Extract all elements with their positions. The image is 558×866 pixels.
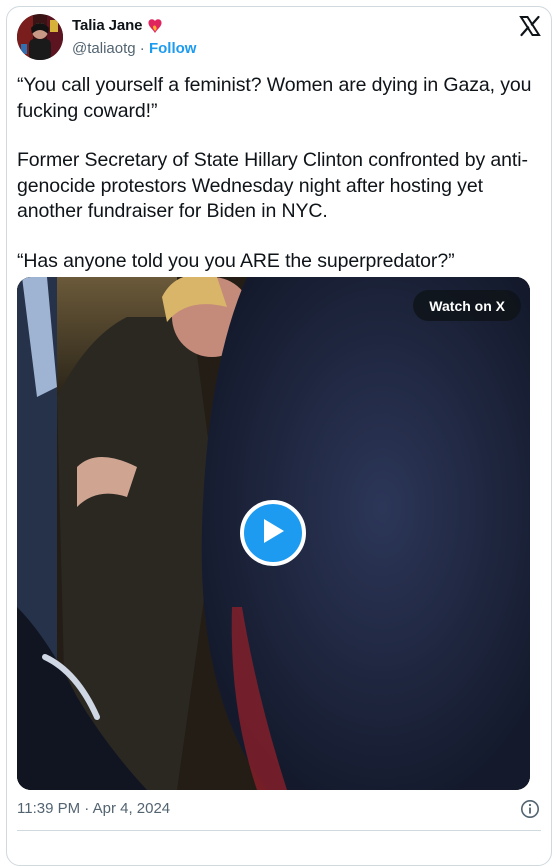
tweet-paragraph: “Has anyone told you you ARE the superpr… [17,249,455,272]
x-logo-icon[interactable] [518,14,542,38]
tweet-timestamp[interactable]: 11:39 PM · Apr 4, 2024 [17,800,170,817]
author-name-row: Talia Jane [72,17,163,34]
info-icon[interactable] [520,799,540,819]
divider [17,830,541,831]
handle-separator: · [139,40,145,57]
avatar[interactable] [17,14,63,60]
play-button[interactable] [240,500,306,566]
author-handle-row: @taliaotg · Follow [72,40,196,57]
play-icon [260,517,286,550]
tweet-paragraph: Former Secretary of State Hillary Clinto… [17,149,528,222]
watch-on-x-button[interactable]: Watch on X [413,290,521,321]
heart-fire-icon [147,18,163,34]
video-player[interactable]: Watch on X [17,277,530,790]
author-handle[interactable]: @taliaotg [72,40,136,57]
tweet-text: “You call yourself a feminist? Women are… [17,73,532,274]
author-name[interactable]: Talia Jane [72,17,143,34]
tweet-paragraph: “You call yourself a feminist? Women are… [17,74,532,122]
follow-button[interactable]: Follow [149,40,197,57]
